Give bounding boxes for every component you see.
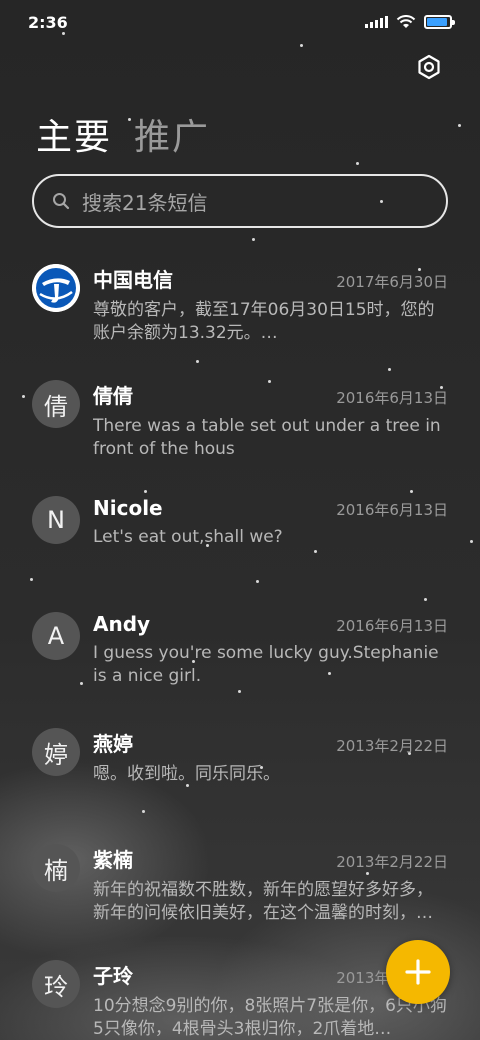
avatar: 婷 [32,728,80,776]
message-date: 2013年2月22日 [336,737,448,755]
status-icons [365,15,455,29]
wifi-icon [396,15,416,28]
search-placeholder: 搜索21条短信 [82,190,208,215]
message-preview: 新年的祝福数不胜数，新年的愿望好多好多，新年的问候依旧美好，在这个温馨的时刻，… [93,880,433,923]
tab-bar: 主要 推广 [36,108,210,160]
plus-icon [405,959,431,985]
china-telecom-logo-icon [32,264,80,312]
message-preview: 尊敬的客户，截至17年06月30日15时，您的账户余额为13.32元。… [93,300,435,343]
tab-promotions[interactable]: 推广 [134,108,210,160]
message-preview: I guess you're some lucky guy.Stephanie … [93,643,439,686]
message-date: 2017年6月30日 [336,273,448,291]
message-preview: There was a table set out under a tree i… [93,416,441,459]
battery-icon [424,15,455,29]
search-icon [53,193,70,210]
compose-button[interactable] [386,940,450,1004]
message-preview: 10分想念9别的你，8张照片7张是你，6只小狗5只像你，4根骨头3根归你，2爪着… [93,996,447,1039]
message-item[interactable]: 婷 燕婷 2013年2月22日 嗯。收到啦。同乐同乐。 [0,722,480,838]
avatar: 倩 [32,380,80,428]
message-date: 2016年6月13日 [336,389,448,407]
sender-name: 倩倩 [93,384,133,408]
sender-name: 中国电信 [93,268,173,292]
message-item[interactable]: N Nicole 2016年6月13日 Let's eat out,shall … [0,490,480,606]
sender-name: 燕婷 [93,732,133,756]
sender-name: Nicole [93,496,163,520]
avatar: N [32,496,80,544]
sender-name: 子玲 [93,964,133,988]
avatar: A [32,612,80,660]
message-preview: Let's eat out,shall we? [93,527,283,547]
message-item[interactable]: A Andy 2016年6月13日 I guess you're some lu… [0,606,480,722]
status-bar: 2:36 [0,0,480,44]
message-list: 中国电信 2017年6月30日 尊敬的客户，截至17年06月30日15时，您的账… [0,258,480,1040]
message-date: 2016年6月13日 [336,501,448,519]
gear-icon[interactable] [416,54,442,80]
avatar: 楠 [32,844,80,892]
message-item[interactable]: 中国电信 2017年6月30日 尊敬的客户，截至17年06月30日15时，您的账… [0,258,480,374]
status-time: 2:36 [28,12,68,32]
message-item[interactable]: 倩 倩倩 2016年6月13日 There was a table set ou… [0,374,480,490]
tab-primary[interactable]: 主要 [36,108,112,160]
signal-icon [365,16,388,28]
search-input[interactable]: 搜索21条短信 [32,174,448,228]
sender-name: Andy [93,612,151,636]
sender-name: 紫楠 [93,848,133,872]
message-item[interactable]: 楠 紫楠 2013年2月22日 新年的祝福数不胜数，新年的愿望好多好多，新年的问… [0,838,480,954]
message-preview: 嗯。收到啦。同乐同乐。 [93,764,280,784]
message-date: 2013年2月22日 [336,853,448,871]
avatar: 玲 [32,960,80,1008]
message-date: 2016年6月13日 [336,617,448,635]
china-telecom-logo-avatar [32,264,80,312]
